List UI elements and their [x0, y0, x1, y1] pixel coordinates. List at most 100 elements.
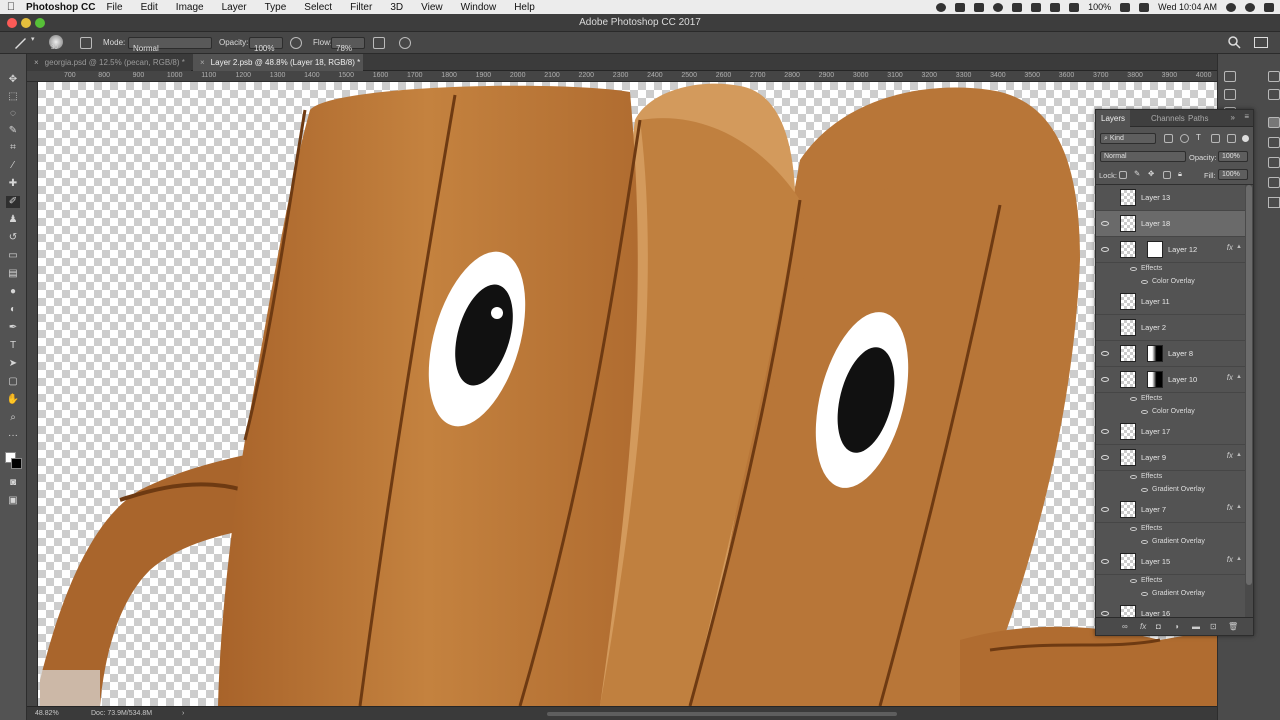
filter-shape-icon[interactable]	[1211, 134, 1220, 143]
layers-panel-icon[interactable]	[1268, 117, 1280, 128]
effect-item[interactable]: Gradient Overlay	[1096, 536, 1245, 549]
filter-type-icon[interactable]: T	[1196, 133, 1201, 142]
volume-icon[interactable]	[1069, 2, 1080, 12]
layer-row[interactable]: Layer 7 fx ▲	[1096, 497, 1245, 523]
effects-visibility-icon[interactable]	[1130, 397, 1137, 401]
effect-item[interactable]: Gradient Overlay	[1096, 588, 1245, 601]
layer-row[interactable]: Layer 18	[1096, 211, 1245, 237]
layer-list-scrollbar[interactable]	[1245, 185, 1253, 619]
layer-effects-badge[interactable]: fx	[1227, 373, 1233, 382]
menu-select[interactable]: Select	[304, 2, 332, 13]
lock-position-icon[interactable]: ✥	[1148, 169, 1154, 178]
filter-toggle-icon[interactable]	[1242, 135, 1249, 142]
visibility-eye-icon[interactable]	[1101, 559, 1109, 564]
menu-help[interactable]: Help	[514, 2, 535, 13]
layer-row[interactable]: Layer 17	[1096, 419, 1245, 445]
menu-filter[interactable]: Filter	[350, 2, 372, 13]
collapse-panel-icon[interactable]: »	[1231, 113, 1235, 122]
visibility-eye-icon[interactable]	[1101, 429, 1109, 434]
bluetooth-icon[interactable]	[1031, 2, 1042, 12]
menu-view[interactable]: View	[421, 2, 443, 13]
screen-mode-icon[interactable]: ▣	[6, 495, 20, 507]
more-tools-icon[interactable]: ···	[6, 430, 20, 442]
effect-item[interactable]: Color Overlay	[1096, 276, 1245, 289]
clock[interactable]: Wed 10:04 AM	[1158, 2, 1217, 12]
zoom-level[interactable]: 48.82%	[35, 710, 59, 717]
notifications-icon[interactable]	[1264, 2, 1274, 12]
layer-name[interactable]: Layer 10	[1168, 375, 1197, 384]
panel-opacity-input[interactable]: 100%	[1218, 151, 1248, 162]
effect-visibility-icon[interactable]	[1141, 280, 1148, 284]
effects-row[interactable]: Effects	[1096, 471, 1245, 484]
layer-thumbnail[interactable]	[1120, 345, 1136, 362]
layer-name[interactable]: Layer 7	[1141, 505, 1166, 514]
layer-row[interactable]: Layer 8	[1096, 341, 1245, 367]
tab-paths[interactable]: Paths	[1183, 110, 1213, 127]
layer-effects-badge[interactable]: fx	[1227, 243, 1233, 252]
effect-visibility-icon[interactable]	[1141, 488, 1148, 492]
opacity-input[interactable]: 100%	[249, 37, 283, 53]
layer-thumbnail[interactable]	[1120, 241, 1136, 258]
layer-name[interactable]: Layer 8	[1168, 349, 1193, 358]
healing-tool-icon[interactable]: ✚	[6, 178, 20, 190]
layer-name[interactable]: Layer 12	[1168, 245, 1197, 254]
horizontal-scrollbar[interactable]	[547, 712, 897, 716]
layer-mask-thumbnail[interactable]	[1147, 241, 1163, 258]
pressure-size-icon[interactable]	[399, 37, 411, 49]
layer-thumbnail[interactable]	[1120, 371, 1136, 388]
layer-row[interactable]: Layer 2	[1096, 315, 1245, 341]
brush-tool-icon[interactable]: ✐	[6, 196, 20, 208]
effect-item[interactable]: Color Overlay	[1096, 406, 1245, 419]
filter-smart-object-icon[interactable]	[1227, 134, 1236, 143]
document-canvas[interactable]	[38, 82, 1217, 706]
color-panel-icon[interactable]	[1268, 71, 1280, 82]
expand-effects-icon[interactable]: ▲	[1236, 244, 1242, 250]
visibility-toggle[interactable]	[1100, 323, 1110, 333]
apple-icon[interactable]: 	[0, 1, 22, 13]
expand-effects-icon[interactable]: ▲	[1236, 504, 1242, 510]
menu-window[interactable]: Window	[461, 2, 497, 13]
add-mask-icon[interactable]: ◘	[1156, 622, 1161, 631]
layer-name[interactable]: Layer 17	[1141, 427, 1170, 436]
doc-size[interactable]: Doc: 73.9M/534.8M	[91, 710, 152, 717]
lasso-tool-icon[interactable]: ◌	[6, 108, 20, 120]
filter-pixel-icon[interactable]	[1164, 134, 1173, 143]
layer-mask-thumbnail[interactable]	[1147, 371, 1163, 388]
record-icon[interactable]	[936, 2, 947, 12]
new-layer-icon[interactable]: ⊡	[1210, 622, 1217, 631]
layer-name[interactable]: Layer 18	[1141, 219, 1170, 228]
dodge-tool-icon[interactable]: ◐	[6, 304, 20, 316]
zoom-tool-icon[interactable]: ⌕	[6, 412, 20, 424]
new-group-icon[interactable]: ▬	[1192, 622, 1200, 631]
user-icon[interactable]	[1245, 2, 1255, 12]
drive-icon[interactable]	[974, 2, 985, 12]
layer-name[interactable]: Layer 2	[1141, 323, 1166, 332]
spotlight-icon[interactable]	[1226, 2, 1236, 12]
pen-tool-icon[interactable]: ✒	[6, 322, 20, 334]
effects-visibility-icon[interactable]	[1130, 475, 1137, 479]
layer-row[interactable]: Layer 11	[1096, 289, 1245, 315]
wifi-icon[interactable]	[1050, 2, 1061, 12]
eyedropper-tool-icon[interactable]: ⁄	[6, 160, 20, 172]
properties-panel-icon[interactable]	[1268, 157, 1280, 168]
mode-select[interactable]: Normal	[128, 37, 212, 53]
layer-list[interactable]: Layer 13 Layer 18 Layer 12 fx ▲ Effects Color …	[1096, 185, 1245, 619]
layer-effects-badge[interactable]: fx	[1227, 451, 1233, 460]
layer-row[interactable]: Layer 13	[1096, 185, 1245, 211]
visibility-eye-icon[interactable]	[1101, 611, 1109, 616]
dropbox-icon[interactable]	[955, 2, 966, 12]
fill-input[interactable]: 100%	[1218, 169, 1248, 180]
layer-name[interactable]: Layer 11	[1141, 297, 1170, 306]
blend-mode-select[interactable]: Normal	[1100, 151, 1186, 162]
close-tab-icon[interactable]: ×	[34, 58, 39, 67]
sync-icon[interactable]	[993, 2, 1004, 12]
menu-image[interactable]: Image	[176, 2, 204, 13]
hand-tool-icon[interactable]: ✋	[6, 394, 20, 406]
layer-name[interactable]: Layer 13	[1141, 193, 1170, 202]
brush-panel-toggle-icon[interactable]	[80, 37, 92, 49]
expand-effects-icon[interactable]: ▲	[1236, 556, 1242, 562]
layer-thumbnail[interactable]	[1120, 449, 1136, 466]
menu-type[interactable]: Type	[265, 2, 287, 13]
airbrush-icon[interactable]	[373, 37, 385, 49]
menu-file[interactable]: File	[106, 2, 122, 13]
